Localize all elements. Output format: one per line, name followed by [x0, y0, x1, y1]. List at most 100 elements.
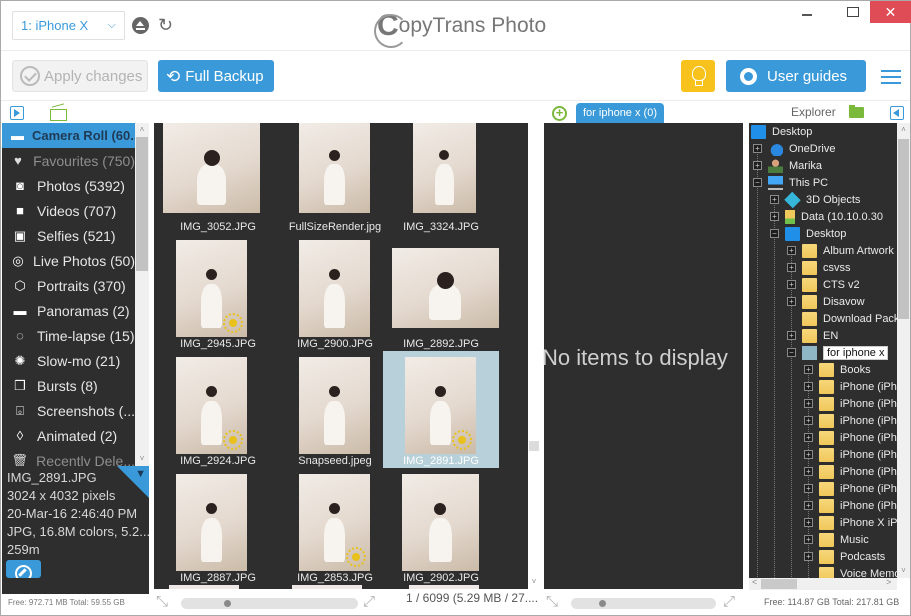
sidebar-item[interactable]: ⌻ Screenshots (... — [2, 398, 135, 423]
sidebar-item[interactable]: ✺ Slow-mo (21) — [2, 348, 135, 373]
expand-icon[interactable]: + — [804, 365, 813, 374]
scroll-thumb[interactable] — [529, 441, 539, 451]
photo-tile[interactable]: IMG_2945.JPG — [160, 234, 276, 351]
tree-horizontal-scrollbar[interactable]: < > — [749, 577, 897, 590]
photo-tile[interactable]: IMG_3324.JPG — [383, 123, 499, 234]
full-backup-button[interactable]: ⟲ Full Backup — [158, 60, 274, 92]
expand-icon[interactable]: + — [753, 161, 762, 170]
sidebar-item[interactable]: ▬ Panoramas (2) — [2, 298, 135, 323]
photo-thumbnail[interactable] — [292, 585, 362, 589]
tree-node[interactable]: − for iphone x — [787, 344, 889, 361]
shrink-thumbnails-icon[interactable]: ⤡ — [546, 594, 558, 609]
tree-node[interactable]: + iPhone (iPh — [804, 446, 897, 463]
tree-node[interactable]: + CTS v2 — [787, 276, 860, 293]
scroll-down-icon[interactable]: ˅ — [135, 452, 149, 466]
grid-scrollbar[interactable]: ˅ — [528, 123, 540, 589]
expand-icon[interactable]: + — [753, 144, 762, 153]
user-guides-button[interactable]: User guides — [726, 60, 866, 92]
tree-node[interactable]: Download Pack — [787, 310, 897, 327]
tree-node[interactable]: + Disavow — [787, 293, 865, 310]
tree-node[interactable]: + Album Artwork — [787, 242, 894, 259]
photo-tile[interactable]: IMG_2900.JPG — [277, 234, 393, 351]
tree-node[interactable]: + iPhone (iPh — [804, 497, 897, 514]
photo-tile[interactable]: Snapseed.jpeg — [277, 351, 393, 468]
tree-node[interactable]: + Books — [804, 361, 871, 378]
scroll-thumb[interactable] — [898, 139, 909, 319]
expand-icon[interactable]: + — [804, 416, 813, 425]
scroll-down-icon[interactable]: ˅ — [897, 564, 910, 578]
tree-node[interactable]: + EN — [787, 327, 838, 344]
folder-icon[interactable] — [849, 105, 864, 118]
expand-icon[interactable]: + — [804, 450, 813, 459]
expand-icon[interactable]: + — [770, 195, 779, 204]
tree-node[interactable]: +3D Objects — [770, 191, 860, 208]
tree-node[interactable]: − This PC — [753, 174, 828, 191]
tree-node[interactable]: Desktop — [751, 123, 812, 140]
tree-node[interactable]: Voice Memo — [804, 565, 897, 578]
add-folder-icon[interactable]: + — [552, 106, 567, 121]
expand-icon[interactable]: + — [804, 552, 813, 561]
scroll-down-icon[interactable]: ˅ — [528, 575, 540, 589]
tree-node[interactable]: + iPhone X iP — [804, 514, 897, 531]
expand-icon[interactable]: + — [804, 518, 813, 527]
scroll-left-icon[interactable]: < — [752, 577, 757, 587]
expand-icon[interactable]: + — [804, 382, 813, 391]
grow-thumbnails-icon[interactable]: ⤢ — [723, 594, 735, 609]
slideshow-icon[interactable] — [10, 106, 24, 120]
rename-field[interactable]: for iphone x — [823, 345, 889, 360]
expand-icon[interactable]: + — [804, 433, 813, 442]
sidebar-item[interactable]: ◊ Animated (2) — [2, 423, 135, 448]
tree-node[interactable]: + Marika — [753, 157, 822, 174]
sidebar-item[interactable]: 🗑 Recently Dele... — [2, 448, 135, 467]
photo-thumbnail[interactable] — [169, 585, 239, 589]
scroll-up-icon[interactable]: ˄ — [135, 123, 149, 137]
sidebar-item[interactable]: ■ Videos (707) — [2, 198, 135, 223]
sidebar-item[interactable]: ▬ Camera Roll (60... — [2, 123, 135, 148]
destination-zoom-slider[interactable] — [571, 598, 716, 609]
expand-icon[interactable]: + — [804, 484, 813, 493]
slider-knob[interactable] — [224, 600, 231, 607]
tree-node[interactable]: + iPhone (iPh — [804, 429, 897, 446]
collapse-icon[interactable]: − — [770, 229, 779, 238]
tree-node[interactable]: + Podcasts — [804, 548, 885, 565]
lightbulb-button[interactable] — [681, 60, 715, 92]
tree-node[interactable]: + iPhone (iPh — [804, 480, 897, 497]
collapse-panel-icon[interactable] — [890, 106, 904, 120]
close-button[interactable]: ✕ — [870, 1, 911, 23]
menu-icon[interactable] — [881, 70, 901, 84]
sidebar-item[interactable]: ❒ Bursts (8) — [2, 373, 135, 398]
maximize-button[interactable] — [835, 1, 869, 23]
photo-tile[interactable]: IMG_2892.JPG — [383, 234, 499, 351]
tree-node[interactable]: + iPhone (iPh — [804, 412, 897, 429]
expand-icon[interactable]: + — [770, 212, 779, 221]
sidebar-item[interactable]: ◌ Time-lapse (15) — [2, 323, 135, 348]
apply-changes-button[interactable]: Apply changes — [12, 60, 148, 92]
sidebar-item[interactable]: ⬡ Portraits (370) — [2, 273, 135, 298]
photo-tile[interactable]: IMG_2902.JPG — [383, 468, 499, 585]
expand-icon[interactable]: + — [804, 535, 813, 544]
sidebar-item[interactable]: ♥ Favourites (750) — [2, 148, 135, 173]
expand-icon[interactable]: + — [787, 331, 796, 340]
minimize-button[interactable] — [789, 1, 823, 23]
sidebar-item[interactable]: ◙ Photos (5392) — [2, 173, 135, 198]
refresh-icon[interactable]: ↻ — [158, 14, 173, 36]
scroll-right-icon[interactable]: > — [886, 577, 891, 587]
sidebar-item[interactable]: ▣ Selfies (521) — [2, 223, 135, 248]
expand-icon[interactable]: + — [787, 263, 796, 272]
tree-node[interactable]: + csvss — [787, 259, 851, 276]
expand-icon[interactable]: + — [787, 297, 796, 306]
photo-tile[interactable]: IMG_3052.JPG — [160, 123, 276, 234]
scroll-up-icon[interactable]: ˄ — [897, 123, 910, 137]
tree-node[interactable]: + Data (10.10.0.30 — [770, 208, 883, 225]
collapse-icon[interactable]: − — [787, 348, 796, 357]
pin-icon[interactable]: ▼ — [135, 468, 146, 480]
compass-button[interactable] — [6, 560, 41, 578]
photo-tile[interactable]: IMG_2924.JPG — [160, 351, 276, 468]
tree-scrollbar[interactable]: ˄ ˅ — [897, 123, 910, 578]
tree-node[interactable]: + iPhone (iPh — [804, 395, 897, 412]
tree-node[interactable]: + iPhone (iPh — [804, 378, 897, 395]
eject-icon[interactable] — [132, 17, 149, 34]
expand-icon[interactable]: + — [804, 467, 813, 476]
photo-tile[interactable]: FullSizeRender.jpg — [277, 123, 393, 234]
tree-node[interactable]: + OneDrive — [753, 140, 835, 157]
